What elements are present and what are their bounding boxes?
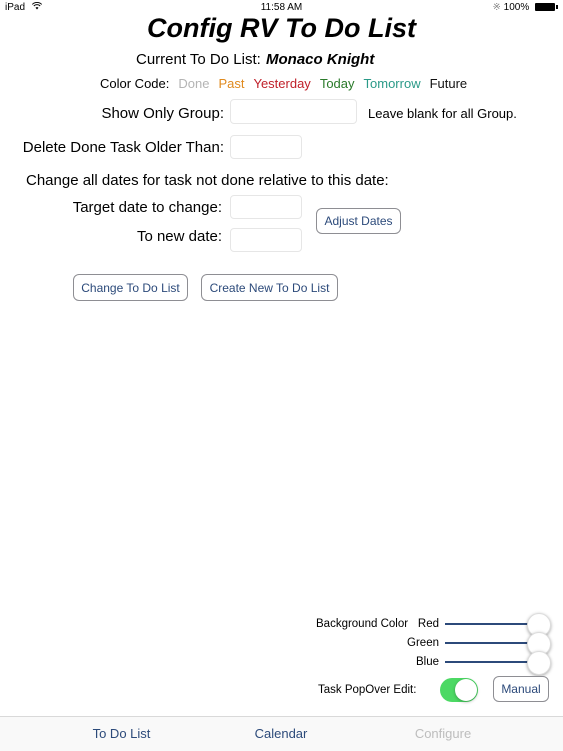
manual-button[interactable]: Manual bbox=[493, 676, 549, 702]
current-list-label: Current To Do List: bbox=[136, 51, 261, 68]
toggle-knob bbox=[455, 679, 477, 701]
change-dates-text: Change all dates for task not done relat… bbox=[26, 172, 389, 189]
battery-icon bbox=[535, 3, 558, 11]
current-list-value: Monaco Knight bbox=[266, 51, 375, 68]
group-label: Show Only Group: bbox=[101, 105, 224, 122]
tab-configure[interactable]: Configure bbox=[342, 726, 544, 741]
target-date-input[interactable] bbox=[230, 195, 302, 219]
group-hint: Leave blank for all Group. bbox=[368, 106, 517, 121]
color-code-yesterday: Yesterday bbox=[253, 76, 311, 91]
status-right: ※ 100% bbox=[492, 2, 558, 13]
blue-slider-thumb[interactable] bbox=[527, 651, 551, 675]
delete-label: Delete Done Task Older Than: bbox=[22, 139, 224, 156]
color-code-label: Color Code: bbox=[100, 76, 170, 91]
create-list-button[interactable]: Create New To Do List bbox=[201, 274, 338, 301]
popover-edit-toggle[interactable] bbox=[440, 678, 478, 702]
status-time: 11:58 AM bbox=[260, 2, 303, 13]
color-code-today: Today bbox=[319, 76, 355, 91]
battery-percent: 100% bbox=[503, 2, 530, 13]
new-date-input[interactable] bbox=[230, 228, 302, 252]
delete-older-than-input[interactable] bbox=[230, 135, 302, 159]
target-date-label: Target date to change: bbox=[72, 199, 222, 216]
slider-label-red: Red bbox=[417, 618, 439, 630]
slider-label-blue: Blue bbox=[415, 656, 439, 668]
adjust-dates-button[interactable]: Adjust Dates bbox=[316, 208, 401, 234]
blue-slider-track[interactable] bbox=[445, 661, 540, 663]
new-date-label: To new date: bbox=[136, 228, 222, 245]
page-title: Config RV To Do List bbox=[147, 13, 416, 43]
color-code-future: Future bbox=[429, 76, 468, 91]
green-slider-track[interactable] bbox=[445, 642, 540, 644]
popover-edit-label: Task PopOver Edit: bbox=[318, 684, 417, 696]
slider-label-green: Green bbox=[407, 637, 439, 649]
color-code-row: Color Code: Done Past Yesterday Today To… bbox=[100, 76, 467, 91]
color-code-done: Done bbox=[178, 76, 210, 91]
red-slider-track[interactable] bbox=[445, 623, 540, 625]
tab-bar: To Do List Calendar Configure bbox=[0, 716, 563, 751]
color-code-past: Past bbox=[218, 76, 245, 91]
color-code-tomorrow: Tomorrow bbox=[363, 76, 421, 91]
group-input[interactable] bbox=[230, 99, 357, 124]
change-list-button[interactable]: Change To Do List bbox=[73, 274, 188, 301]
bluetooth-icon: ※ bbox=[492, 2, 501, 13]
